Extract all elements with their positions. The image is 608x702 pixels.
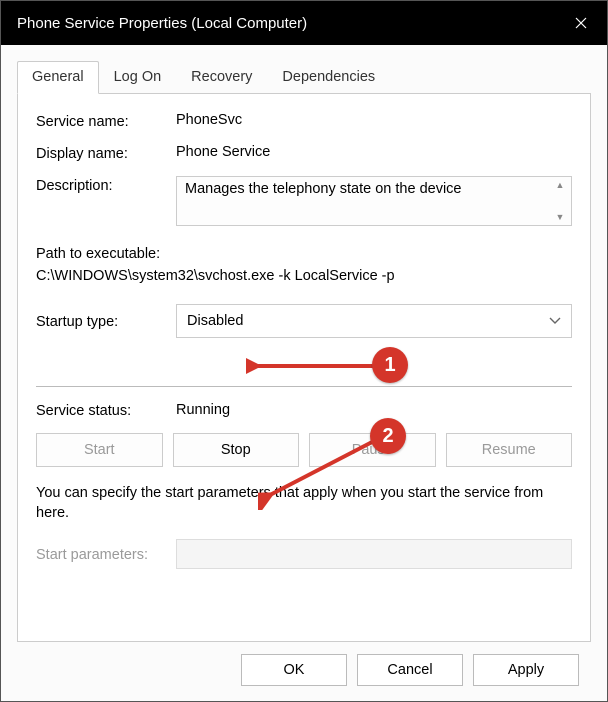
service-control-buttons: Start Stop Pause Resume [36, 433, 572, 467]
cancel-button-label: Cancel [387, 662, 432, 678]
tab-strip: General Log On Recovery Dependencies [17, 61, 591, 94]
start-parameters-label: Start parameters: [36, 545, 176, 563]
cancel-button[interactable]: Cancel [357, 654, 463, 686]
scroll-up-icon[interactable]: ▲ [556, 180, 565, 190]
start-button: Start [36, 433, 163, 467]
display-name-label: Display name: [36, 144, 176, 162]
parameters-note: You can specify the start parameters tha… [36, 483, 572, 524]
dialog-footer: OK Cancel Apply [13, 642, 595, 700]
separator [36, 386, 572, 387]
tab-recovery-label: Recovery [191, 69, 252, 85]
startup-type-label: Startup type: [36, 312, 176, 330]
tab-logon-label: Log On [114, 69, 162, 85]
properties-dialog: Phone Service Properties (Local Computer… [0, 0, 608, 702]
service-status-label: Service status: [36, 401, 176, 419]
window-title: Phone Service Properties (Local Computer… [17, 15, 307, 32]
service-name-row: Service name: PhoneSvc [36, 112, 572, 130]
display-name-row: Display name: Phone Service [36, 144, 572, 162]
description-scrollbar[interactable]: ▲ ▼ [549, 177, 571, 225]
annotation-2-label: 2 [382, 425, 393, 448]
startup-type-select[interactable]: Disabled [176, 304, 572, 338]
annotation-1-label: 1 [384, 354, 395, 377]
scroll-down-icon[interactable]: ▼ [556, 212, 565, 222]
display-name-value: Phone Service [176, 144, 572, 160]
service-name-label: Service name: [36, 112, 176, 130]
chevron-down-icon [549, 313, 561, 329]
service-name-value: PhoneSvc [176, 112, 572, 128]
annotation-circle-1: 1 [372, 347, 408, 383]
stop-button-label: Stop [221, 442, 251, 458]
general-panel: Service name: PhoneSvc Display name: Pho… [17, 94, 591, 642]
tab-recovery[interactable]: Recovery [176, 61, 267, 93]
start-parameters-input [176, 539, 572, 569]
path-block: Path to executable: C:\WINDOWS\system32\… [36, 244, 572, 288]
description-label: Description: [36, 176, 176, 194]
ok-button-label: OK [284, 662, 305, 678]
tab-dependencies-label: Dependencies [282, 69, 375, 85]
close-icon [575, 17, 587, 29]
resume-button: Resume [446, 433, 573, 467]
annotation-arrow-1 [246, 356, 386, 376]
start-parameters-row: Start parameters: [36, 539, 572, 569]
apply-button-label: Apply [508, 662, 544, 678]
service-status-value: Running [176, 402, 230, 418]
description-text: Manages the telephony state on the devic… [185, 181, 462, 197]
apply-button[interactable]: Apply [473, 654, 579, 686]
start-button-label: Start [84, 442, 115, 458]
close-button[interactable] [555, 1, 607, 45]
path-value: C:\WINDOWS\system32\svchost.exe -k Local… [36, 266, 572, 288]
tab-general[interactable]: General [17, 61, 99, 94]
stop-button[interactable]: Stop [173, 433, 300, 467]
annotation-circle-2: 2 [370, 418, 406, 454]
startup-type-value: Disabled [187, 313, 243, 329]
resume-button-label: Resume [482, 442, 536, 458]
description-box[interactable]: Manages the telephony state on the devic… [176, 176, 572, 226]
tab-logon[interactable]: Log On [99, 61, 177, 93]
titlebar[interactable]: Phone Service Properties (Local Computer… [1, 1, 607, 45]
startup-row: Startup type: Disabled [36, 304, 572, 338]
ok-button[interactable]: OK [241, 654, 347, 686]
tab-dependencies[interactable]: Dependencies [267, 61, 390, 93]
client-area: General Log On Recovery Dependencies Ser… [1, 45, 607, 701]
tab-general-label: General [32, 69, 84, 85]
path-label: Path to executable: [36, 244, 572, 266]
description-row: Description: Manages the telephony state… [36, 176, 572, 226]
service-status-row: Service status: Running [36, 401, 572, 419]
